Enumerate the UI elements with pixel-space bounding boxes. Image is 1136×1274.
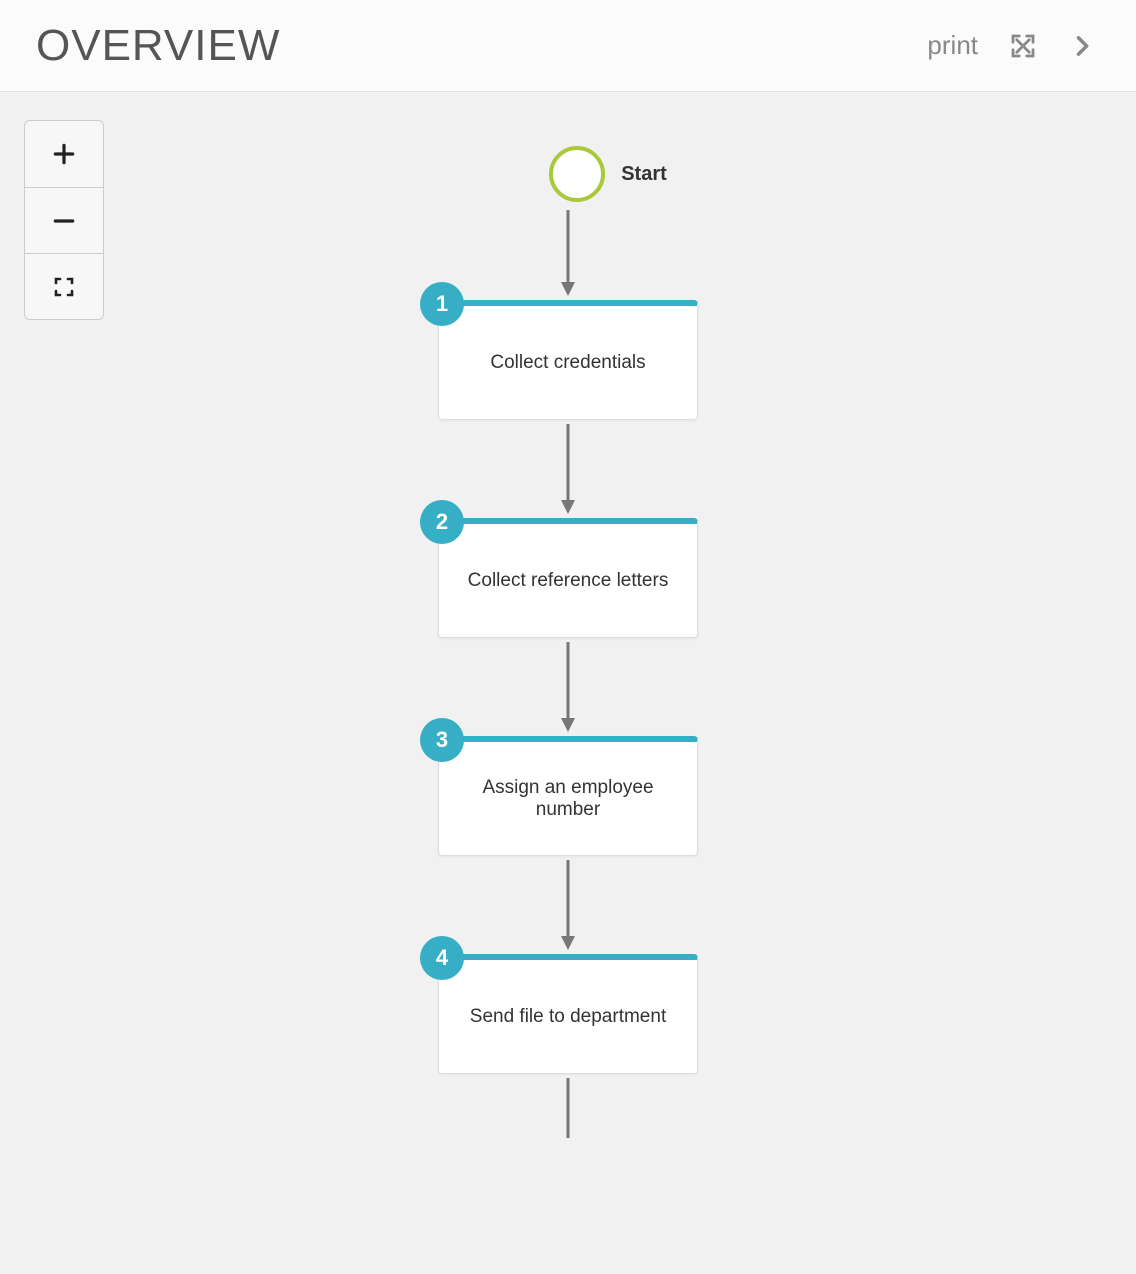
start-circle-icon	[549, 146, 605, 202]
step-1[interactable]: 1 Collect credentials	[438, 300, 698, 420]
flow-arrow	[556, 860, 580, 950]
step-badge: 4	[420, 936, 464, 980]
step-2[interactable]: 2 Collect reference letters	[438, 518, 698, 638]
step-badge: 1	[420, 282, 464, 326]
diagram-canvas[interactable]: Start 1 Collect credentials 2 Collect re…	[0, 92, 1136, 1274]
header-bar: OVERVIEW print	[0, 0, 1136, 92]
step-3[interactable]: 3 Assign an employee number	[438, 736, 698, 856]
step-card: Assign an employee number	[438, 736, 698, 856]
step-badge: 2	[420, 500, 464, 544]
step-card: Send file to department	[438, 954, 698, 1074]
step-label: Assign an employee number	[459, 777, 677, 821]
step-badge: 3	[420, 718, 464, 762]
flow-arrow	[556, 210, 580, 296]
print-link[interactable]: print	[927, 30, 978, 61]
flow-arrow	[556, 424, 580, 514]
step-label: Collect credentials	[490, 352, 645, 374]
page-title: OVERVIEW	[36, 21, 280, 71]
fullscreen-icon[interactable]	[1008, 31, 1038, 61]
step-card: Collect credentials	[438, 300, 698, 420]
step-label: Collect reference letters	[468, 570, 669, 592]
start-node[interactable]: Start	[549, 146, 667, 202]
step-label: Send file to department	[470, 1006, 666, 1028]
flow-arrow	[556, 642, 580, 732]
header-actions: print	[927, 30, 1096, 61]
step-card: Collect reference letters	[438, 518, 698, 638]
chevron-right-icon[interactable]	[1068, 32, 1096, 60]
start-label: Start	[621, 163, 667, 186]
step-4[interactable]: 4 Send file to department	[438, 954, 698, 1074]
flow-arrow	[556, 1078, 580, 1138]
